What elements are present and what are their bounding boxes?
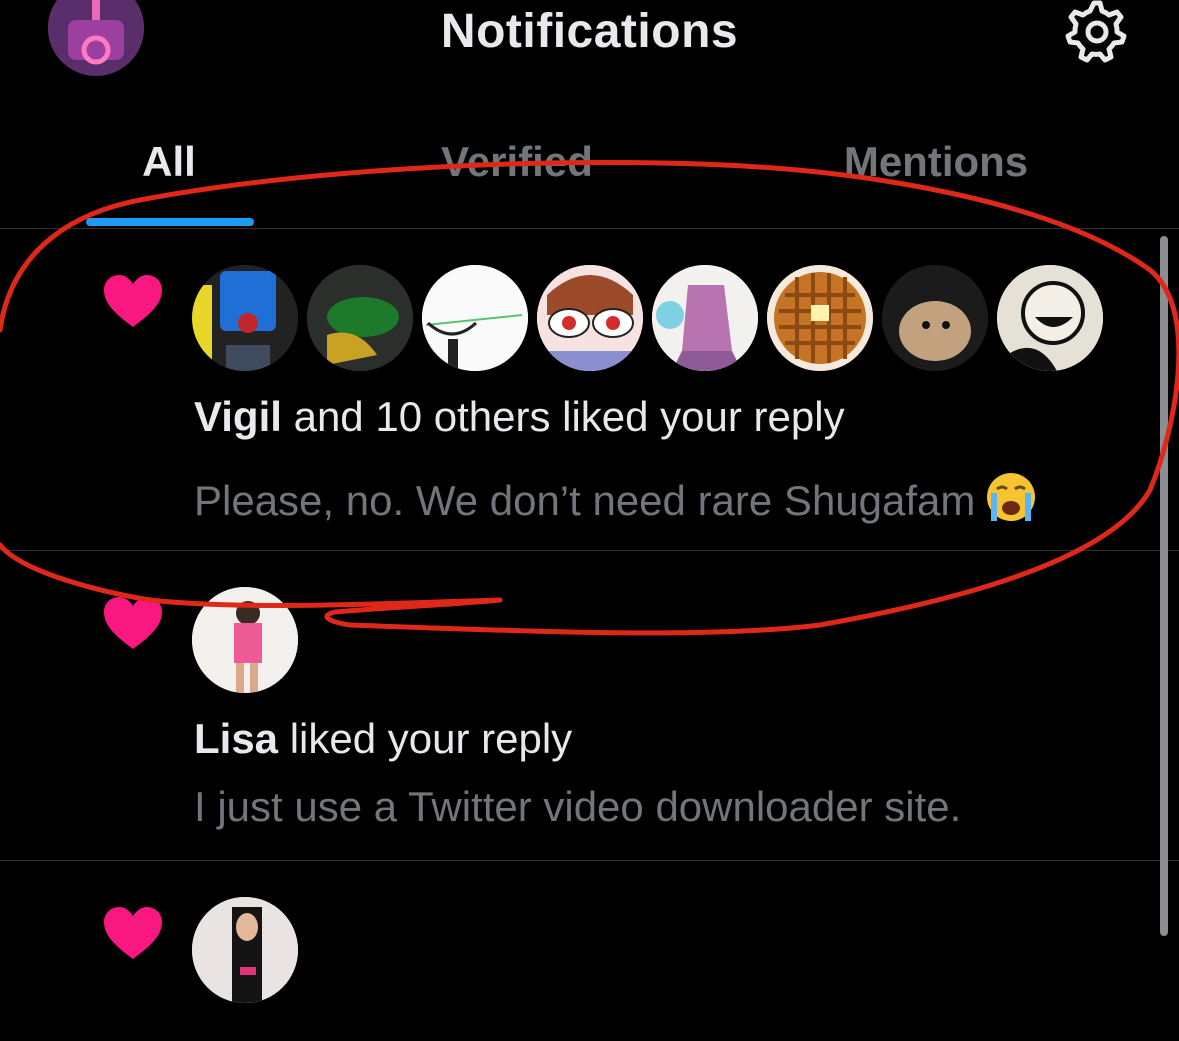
avatar[interactable] [422,265,528,371]
tab-bar: All Verified Mentions [0,110,1179,229]
avatar[interactable] [767,265,873,371]
heart-icon [104,907,162,959]
avatar[interactable] [882,265,988,371]
snippet-text: Please, no. We don’t need rare Shugafam [194,477,976,524]
notification-text: Lisa liked your reply [194,715,572,763]
action-text: and 10 others liked your reply [281,393,845,440]
avatar[interactable] [192,265,298,371]
page-title: Notifications [440,5,739,58]
gear-icon[interactable] [1060,0,1128,64]
avatar[interactable] [192,587,298,693]
avatar-row [192,897,298,1003]
notification-item[interactable]: Vigil and 10 others liked your reply Ple… [0,229,1179,551]
tab-verified[interactable]: Verified [441,138,593,186]
avatar-row [192,265,1104,371]
reply-snippet: Please, no. We don’t need rare Shugafam [194,471,1037,525]
avatar-row [192,587,298,693]
avatar[interactable] [307,265,413,371]
avatar[interactable] [997,265,1103,371]
actor-name[interactable]: Vigil [194,393,282,440]
heart-icon [104,597,162,649]
action-text: liked your reply [278,715,573,762]
reply-snippet: I just use a Twitter video downloader si… [194,783,962,830]
notification-text: Vigil and 10 others liked your reply [194,393,845,441]
loudly-crying-face-icon [987,473,1036,521]
active-tab-indicator [86,218,254,226]
avatar[interactable] [652,265,758,371]
heart-icon [104,275,162,327]
tab-all[interactable]: All [142,138,196,186]
scrollbar[interactable] [1160,236,1168,936]
notification-item[interactable] [0,861,1179,1041]
avatar[interactable] [537,265,643,371]
avatar[interactable] [192,897,298,1003]
actor-name[interactable]: Lisa [194,715,278,762]
tab-mentions[interactable]: Mentions [844,138,1028,186]
notification-item[interactable]: Lisa liked your reply I just use a Twitt… [0,551,1179,861]
top-bar: Notifications [0,0,1179,110]
